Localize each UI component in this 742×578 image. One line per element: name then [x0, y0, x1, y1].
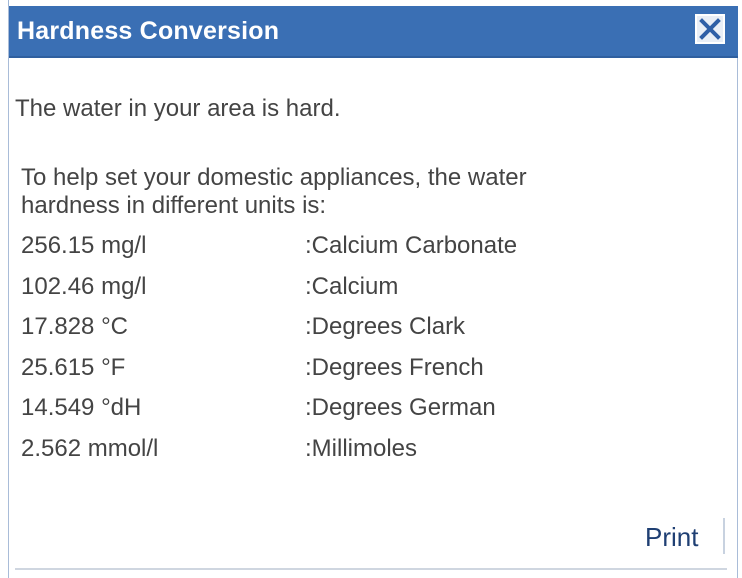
unit-row: 102.46 mg/l :Calcium [21, 269, 661, 310]
help-text: To help set your domestic appliances, th… [21, 164, 661, 220]
hardness-conversion-dialog: Hardness Conversion The water in your ar… [8, 6, 738, 578]
help-text-line-1: To help set your domestic appliances, th… [21, 164, 527, 191]
unit-value: 256.15 mg/l [21, 232, 147, 259]
dialog-body: The water in your area is hard. To help … [9, 58, 738, 578]
unit-value: 102.46 mg/l [21, 272, 147, 300]
dialog-title: Hardness Conversion [17, 17, 280, 45]
unit-row: 2.562 mmol/l :Millimoles [21, 431, 661, 472]
close-button[interactable] [695, 14, 725, 44]
unit-row: 256.15 mg/l :Calcium Carbonate [21, 228, 661, 269]
footer-divider [15, 568, 727, 570]
unit-name: :Calcium Carbonate [305, 232, 518, 259]
unit-name: :Degrees French [305, 353, 484, 381]
unit-row: 17.828 °C :Degrees Clark [21, 309, 661, 350]
unit-name: :Degrees German [305, 394, 496, 422]
print-button[interactable]: Print [645, 522, 698, 553]
unit-value: 2.562 mmol/l [21, 434, 159, 462]
hardness-intro-text: The water in your area is hard. [15, 95, 341, 122]
unit-value: 17.828 °C [21, 313, 129, 341]
dialog-titlebar: Hardness Conversion [9, 6, 738, 58]
unit-name: :Millimoles [305, 434, 418, 462]
unit-value: 14.549 °dH [21, 394, 142, 422]
unit-row: 25.615 °F :Degrees French [21, 350, 661, 391]
unit-row: 14.549 °dH :Degrees German [21, 390, 661, 431]
unit-name: :Calcium [305, 272, 399, 300]
hardness-units-list: 256.15 mg/l :Calcium Carbonate 102.46 mg… [21, 228, 661, 472]
help-text-line-2: hardness in different units is: [21, 192, 327, 219]
unit-name: :Degrees Clark [305, 313, 466, 341]
unit-value: 25.615 °F [21, 353, 126, 381]
print-divider [723, 518, 725, 554]
close-icon [697, 16, 723, 42]
